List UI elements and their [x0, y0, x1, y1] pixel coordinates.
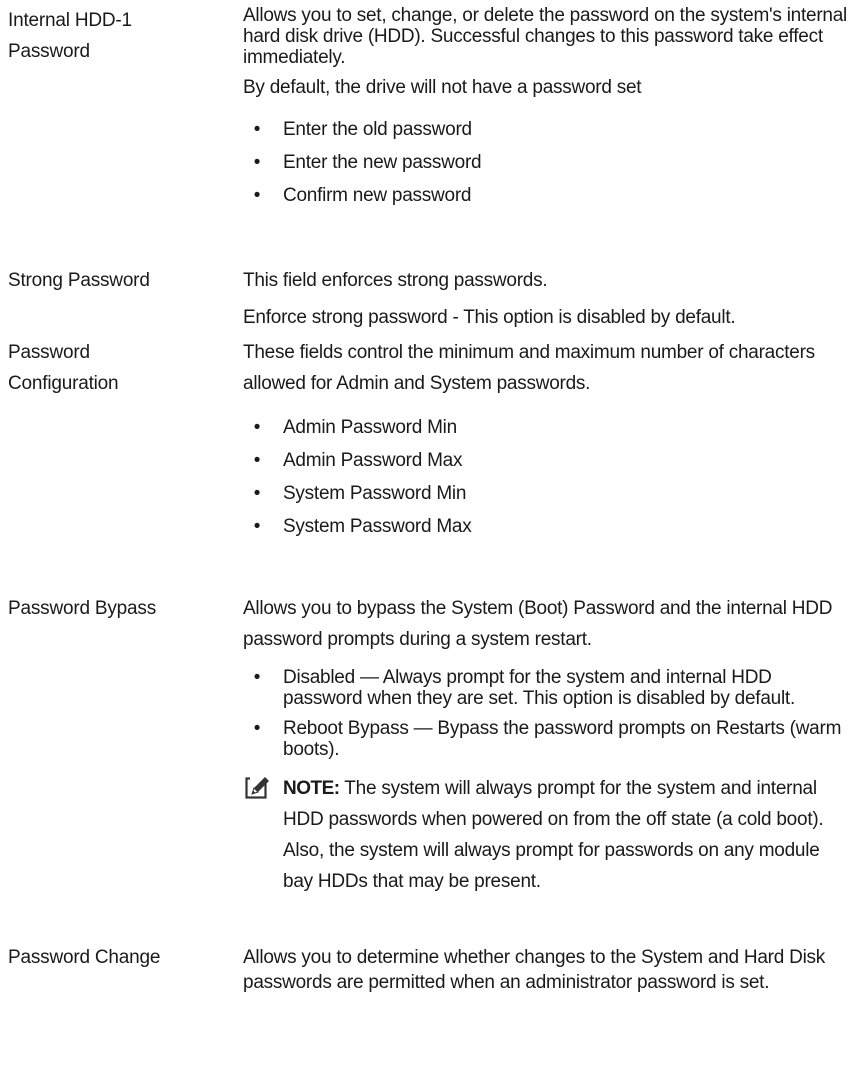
bullet-icon: •: [253, 152, 261, 173]
description-paragraph: Allows you to set, change, or delete the…: [243, 5, 848, 68]
list-item: • Admin Password Max: [243, 444, 848, 477]
description-paragraph: These fields control the minimum and max…: [243, 342, 815, 394]
option-description: Allows you to set, change, or delete the…: [243, 5, 848, 212]
bullet-list: • Admin Password Min • Admin Password Max …: [243, 411, 848, 543]
note-callout: NOTE: The system will always prompt for …: [243, 773, 848, 897]
bullet-icon: •: [253, 483, 261, 504]
list-item: • Reboot Bypass — Bypass the password pro…: [243, 718, 848, 760]
description-paragraph: By default, the drive will not have a pa…: [243, 77, 642, 98]
description-paragraph: Allows you to determine whether changes …: [243, 947, 826, 993]
bullet-icon: •: [253, 417, 261, 438]
option-label: Internal HDD-1 Password: [8, 10, 132, 62]
list-item: • Enter the old password: [243, 113, 848, 146]
option-description: Allows you to determine whether changes …: [243, 942, 848, 995]
option-label: Password Configuration: [8, 342, 119, 394]
bullet-icon: •: [253, 718, 261, 739]
option-label: Password Change: [8, 947, 161, 968]
option-label: Password Bypass: [8, 598, 157, 619]
list-item: • System Password Min: [243, 477, 848, 510]
note-heading: NOTE:: [283, 778, 340, 799]
bullet-list: • Enter the old password • Enter the new p…: [243, 113, 848, 212]
option-label: Strong Password: [8, 270, 150, 291]
bullet-list: • Disabled — Always prompt for the system…: [243, 667, 848, 760]
bullet-icon: •: [253, 185, 261, 206]
list-item: • Confirm new password: [243, 179, 848, 212]
option-description: Allows you to bypass the System (Boot) P…: [243, 593, 848, 897]
list-item: • Admin Password Min: [243, 411, 848, 444]
bullet-icon: •: [253, 516, 261, 537]
bullet-icon: •: [253, 667, 261, 688]
description-paragraph: Enforce strong password - This option is…: [243, 307, 736, 328]
description-paragraph: This field enforces strong passwords.: [243, 270, 548, 291]
pencil-note-icon: [245, 773, 272, 801]
description-paragraph: Allows you to bypass the System (Boot) P…: [243, 598, 833, 650]
list-item: • System Password Max: [243, 510, 848, 543]
list-item: • Disabled — Always prompt for the system…: [243, 667, 848, 709]
note-text: NOTE: The system will always prompt for …: [283, 778, 824, 892]
option-description: This field enforces strong passwords. En…: [243, 265, 848, 333]
bullet-icon: •: [253, 119, 261, 140]
bullet-icon: •: [253, 450, 261, 471]
option-description: These fields control the minimum and max…: [243, 337, 848, 543]
list-item: • Enter the new password: [243, 146, 848, 179]
document-page: Internal HDD-1 Password Allows you to se…: [0, 0, 852, 1080]
